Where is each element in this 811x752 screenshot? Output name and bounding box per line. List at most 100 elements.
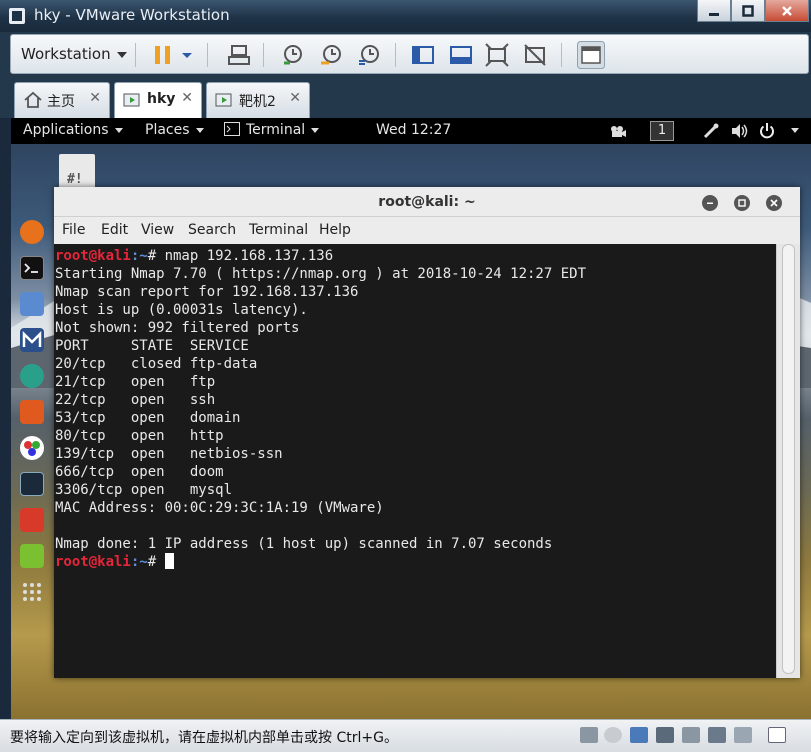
close-icon [782, 5, 792, 16]
places-menu[interactable]: Places [145, 122, 204, 138]
send-ctrl-alt-del-icon[interactable] [227, 43, 251, 67]
chevron-down-icon [195, 127, 204, 133]
output-line: Not shown: 992 filtered ports [55, 320, 300, 336]
prompt-user: root@kali [55, 248, 131, 264]
toolbar-divider [395, 43, 396, 67]
prompt-path: :~ [130, 248, 148, 264]
menu-file[interactable]: File [62, 222, 85, 238]
home-icon [24, 91, 42, 108]
tab-close-icon[interactable]: ✕ [289, 90, 301, 106]
menu-view[interactable]: View [141, 222, 174, 238]
text-cursor [164, 553, 174, 569]
terminal-title: root@kali: ~ [378, 194, 476, 210]
terminal-app-menu[interactable]: Terminal [224, 122, 320, 138]
places-label: Places [145, 122, 190, 138]
menu-help[interactable]: Help [319, 222, 351, 238]
cd-dvd-icon[interactable] [604, 727, 622, 743]
terminal-minimize-button[interactable] [702, 195, 718, 211]
power-menu-chevron-icon[interactable] [179, 43, 195, 67]
tab-close-icon[interactable]: ✕ [181, 90, 193, 106]
menu-search[interactable]: Search [188, 222, 236, 238]
terminal-dock-icon[interactable] [20, 256, 44, 280]
maltego-icon[interactable] [20, 436, 44, 460]
applications-menu[interactable]: Applications [23, 122, 123, 138]
output-line: PORT STATE SERVICE [55, 338, 249, 354]
usb-controller-icon[interactable] [656, 727, 674, 743]
video-camera-icon[interactable] [609, 124, 627, 138]
message-log-icon[interactable] [768, 727, 786, 743]
output-line: 21/tcp open ftp [55, 374, 216, 390]
display-icon[interactable] [734, 727, 752, 743]
sound-card-icon[interactable] [682, 727, 700, 743]
workspace-indicator[interactable]: 1 [650, 121, 674, 141]
output-line: 139/tcp open netbios-ssn [55, 446, 283, 462]
snapshot-manager-icon[interactable] [357, 43, 381, 67]
volume-icon[interactable] [731, 123, 749, 139]
armitage-icon[interactable] [20, 364, 44, 388]
terminal-title-bar[interactable]: root@kali: ~ [54, 187, 800, 217]
chevron-down-icon [114, 127, 123, 133]
tab-hky[interactable]: hky ✕ [114, 82, 202, 118]
pause-icon[interactable] [151, 43, 175, 67]
power-icon[interactable] [759, 122, 775, 140]
burpsuite-icon[interactable] [20, 400, 44, 424]
snapshot-take-icon[interactable] [281, 43, 305, 67]
output-line: 80/tcp open http [55, 428, 224, 444]
command-text: nmap 192.168.137.136 [164, 248, 334, 264]
hard-disk-icon[interactable] [580, 727, 598, 743]
library-view-icon[interactable] [411, 43, 435, 67]
tab-label: hky [147, 91, 176, 107]
minimize-button[interactable] [697, 0, 731, 22]
prompt-path: :~ [130, 554, 148, 570]
prompt-symbol: # [147, 248, 165, 264]
title-bar: hky - VMware Workstation [0, 0, 811, 32]
files-icon[interactable] [20, 292, 44, 316]
snapshot-revert-icon[interactable] [319, 43, 343, 67]
full-screen-icon[interactable] [485, 43, 509, 67]
show-applications-icon[interactable] [20, 580, 44, 604]
output-line: Nmap scan report for 192.168.137.136 [55, 284, 359, 300]
status-bar: 要将输入定向到该虚拟机，请在虚拟机内部单击或按 Ctrl+G。 [0, 719, 811, 752]
network-wired-icon[interactable] [703, 123, 719, 139]
tab-close-icon[interactable]: ✕ [89, 90, 101, 106]
output-line: 3306/tcp open mysql [55, 482, 233, 498]
desktop-file-label: #! [67, 172, 83, 187]
tab-label: 靶机2 [239, 94, 276, 110]
wireshark-icon[interactable] [20, 472, 44, 496]
terminal-text-area[interactable]: root@kali:~# nmap 192.168.137.136 Starti… [54, 244, 776, 678]
toolbar-divider [135, 43, 136, 67]
console-view-icon[interactable] [449, 43, 473, 67]
chevron-down-icon[interactable] [791, 128, 799, 133]
prompt-user: root@kali [55, 554, 131, 570]
window-title: hky - VMware Workstation [34, 6, 230, 24]
network-adapter-icon[interactable] [630, 727, 648, 743]
vm-icon [215, 93, 232, 107]
scrollbar-thumb[interactable] [782, 244, 795, 674]
clock[interactable]: Wed 12:27 [376, 122, 451, 138]
maximize-icon [742, 4, 754, 17]
minimize-icon [707, 202, 713, 204]
unity-mode-icon[interactable] [523, 43, 547, 67]
tab-home[interactable]: 主页 ✕ [14, 82, 110, 118]
chevron-down-icon [116, 51, 127, 58]
close-button[interactable] [765, 0, 809, 22]
printer-icon[interactable] [708, 727, 726, 743]
output-line: 53/tcp open domain [55, 410, 241, 426]
output-line: 22/tcp open ssh [55, 392, 216, 408]
metasploit-icon[interactable] [20, 328, 44, 352]
chevron-down-icon [311, 127, 320, 133]
maximize-button[interactable] [731, 0, 765, 22]
terminal-close-button[interactable] [766, 195, 782, 211]
menu-edit[interactable]: Edit [101, 222, 128, 238]
faraday-icon[interactable] [20, 508, 44, 532]
firefox-icon[interactable] [20, 220, 44, 244]
terminal-maximize-button[interactable] [734, 195, 750, 211]
thumbnail-view-icon[interactable] [577, 41, 605, 69]
notes-icon[interactable] [20, 544, 44, 568]
tab-target2[interactable]: 靶机2 ✕ [206, 82, 310, 118]
guest-display[interactable]: Applications Places Terminal Wed 12:27 1… [11, 118, 811, 719]
workstation-menu[interactable]: Workstation [21, 45, 127, 63]
toolbar-divider [263, 43, 264, 67]
menu-terminal[interactable]: Terminal [249, 222, 308, 238]
terminal-scrollbar[interactable] [776, 244, 800, 678]
